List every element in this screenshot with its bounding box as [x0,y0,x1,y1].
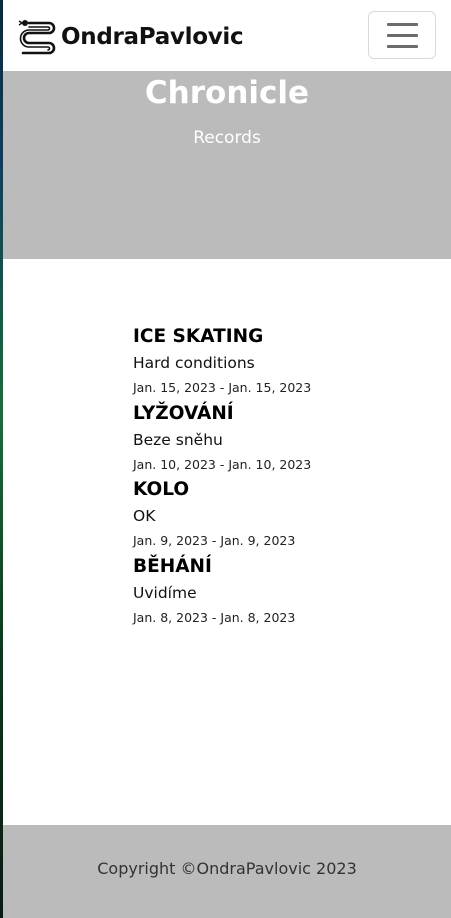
record-title: ICE SKATING [133,326,264,347]
hamburger-menu-icon [386,33,418,37]
hero-banner: Chronicle Records [3,71,451,259]
record-item: LYŽOVÁNÍ Beze sněhu Jan. 10, 2023 - Jan.… [133,401,433,478]
record-dates: Jan. 9, 2023 - Jan. 9, 2023 [133,533,296,548]
footer: Copyright ©OndraPavlovic 2023 [3,825,451,918]
record-description: OK [133,507,156,525]
record-item: BĚHÁNÍ Uvidíme Jan. 8, 2023 - Jan. 8, 20… [133,554,433,631]
record-title: KOLO [133,479,190,500]
snake-logo-icon [18,20,56,55]
page-title: Chronicle [144,75,310,111]
records-list: ICE SKATING Hard conditions Jan. 15, 202… [133,324,433,630]
record-item: ICE SKATING Hard conditions Jan. 15, 202… [133,324,433,401]
record-description: Beze sněhu [133,430,223,449]
page: OndraPavlovic Chronicle Records ICE SKAT… [3,0,451,918]
hamburger-menu-icon [386,22,418,26]
brand-name: OndraPavlovic [61,24,244,50]
hamburger-menu-icon [386,44,418,48]
record-description: Uvidíme [133,583,197,602]
record-description: Hard conditions [133,354,255,372]
navbar-toggler-button[interactable] [368,11,436,59]
record-dates: Jan. 15, 2023 - Jan. 15, 2023 [133,380,312,395]
record-dates: Jan. 8, 2023 - Jan. 8, 2023 [133,609,296,625]
brand-link[interactable]: OndraPavlovic [17,18,244,56]
record-title: BĚHÁNÍ [133,555,212,577]
record-dates: Jan. 10, 2023 - Jan. 10, 2023 [133,456,312,472]
copyright-text: Copyright ©OndraPavlovic 2023 [97,859,357,878]
record-item: KOLO OK Jan. 9, 2023 - Jan. 9, 2023 [133,477,433,554]
navbar: OndraPavlovic [3,0,451,71]
record-title: LYŽOVÁNÍ [133,402,234,424]
page-subtitle: Records [193,128,261,148]
